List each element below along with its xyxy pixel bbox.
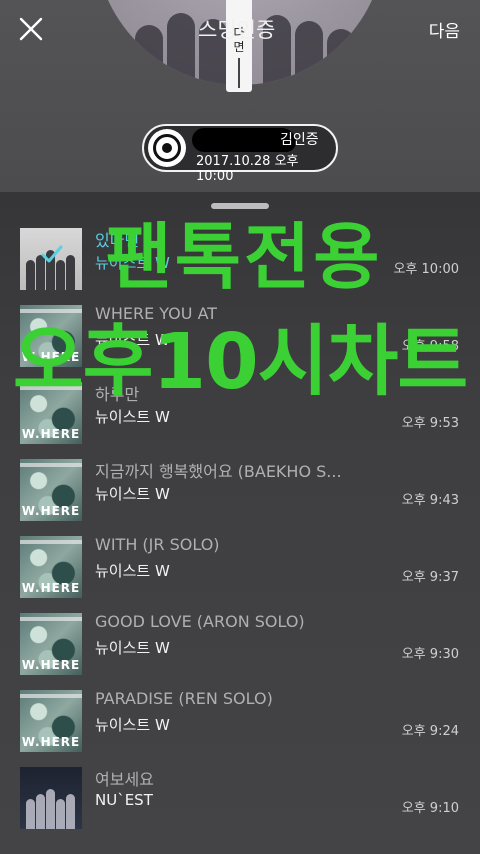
next-button[interactable]: 다음 xyxy=(429,17,460,42)
drag-handle[interactable] xyxy=(211,203,269,209)
track-time: 오후 9:43 xyxy=(401,493,459,508)
album-thumbnail: W.HERE xyxy=(20,382,82,444)
track-title: WHERE YOU AT xyxy=(95,304,218,323)
album-watermark: W.HERE xyxy=(21,427,81,441)
track-row[interactable]: W.HERE WHERE YOU AT 뉴이스트 W 오후 9:58 xyxy=(0,295,480,372)
album-thumbnail xyxy=(20,767,82,829)
track-title: PARADISE (REN SOLO) xyxy=(95,689,273,708)
track-row[interactable]: 여보세요 NU`EST 오후 9:10 xyxy=(0,757,480,834)
close-button[interactable] xyxy=(16,14,46,44)
track-title: 하루만 xyxy=(95,385,140,404)
track-title: 여보세요 xyxy=(95,770,154,789)
track-artist: 뉴이스트 W xyxy=(95,485,170,503)
track-title: 지금까지 행복했어요 (BAEKHO S... xyxy=(95,462,342,481)
track-title: WITH (JR SOLO) xyxy=(95,535,220,554)
check-icon xyxy=(41,245,63,263)
track-row[interactable]: W.HERE 하루만뉴이스트 W 오후 9:53 xyxy=(0,372,480,449)
track-time: 오후 9:10 xyxy=(401,801,459,816)
header-area: 다 면 스밍인증 다음 김인증 2017.10.28 오후 10:00 xyxy=(0,0,480,192)
album-watermark: W.HERE xyxy=(21,581,81,595)
album-thumbnail: W.HERE xyxy=(20,613,82,675)
track-artist: 뉴이스트 W xyxy=(95,254,170,272)
track-artist: 뉴이스트 W xyxy=(95,408,170,426)
track-row[interactable]: W.HERE WITH (JR SOLO) 뉴이스트 W 오후 9:37 xyxy=(0,526,480,603)
track-row[interactable]: W.HERE PARADISE (REN SOLO) 뉴이스트 W 오후 9:24 xyxy=(0,680,480,757)
track-artist: NU`EST xyxy=(95,791,153,809)
track-artist: 뉴이스트 W xyxy=(95,716,170,734)
auth-name: 김인증 xyxy=(280,132,319,148)
album-watermark: W.HERE xyxy=(21,504,81,518)
album-thumbnail: W.HERE xyxy=(20,536,82,598)
track-title: GOOD LOVE (ARON SOLO) xyxy=(95,612,305,631)
disc-icon xyxy=(148,129,186,167)
album-watermark: W.HERE xyxy=(21,350,81,364)
track-row[interactable]: W.HERE GOOD LOVE (ARON SOLO) 뉴이스트 W 오후 9:30 xyxy=(0,603,480,680)
track-time: 오후 9:58 xyxy=(401,339,459,354)
track-list-panel[interactable]: 있다면뉴이스트 W 오후 10:00 W.HERE WHERE YOU AT 뉴이스트 … xyxy=(0,192,480,854)
auth-badge: 김인증 2017.10.28 오후 10:00 xyxy=(142,124,338,184)
track-row[interactable]: 있다면뉴이스트 W 오후 10:00 xyxy=(0,218,480,295)
track-time: 오후 9:37 xyxy=(401,570,459,585)
track-title: 있다면 xyxy=(95,231,140,250)
album-watermark: W.HERE xyxy=(21,735,81,749)
track-time: 오후 9:24 xyxy=(401,724,459,739)
track-artist: 뉴이스트 W xyxy=(95,331,170,349)
track-row[interactable]: W.HERE 지금까지 행복했어요 (BAEKHO S... 뉴이스트 W 오후 9:… xyxy=(0,449,480,526)
album-watermark: W.HERE xyxy=(21,658,81,672)
close-icon xyxy=(19,17,43,41)
album-thumbnail: W.HERE xyxy=(20,459,82,521)
track-time: 오후 10:00 xyxy=(393,262,459,277)
album-thumbnail: W.HERE xyxy=(20,690,82,752)
track-time: 오후 9:53 xyxy=(401,416,459,431)
album-thumbnail: W.HERE xyxy=(20,305,82,367)
track-time: 오후 9:30 xyxy=(401,647,459,662)
track-artist: 뉴이스트 W xyxy=(95,639,170,657)
page-title: 스밍인증 xyxy=(198,18,276,42)
auth-datetime: 2017.10.28 오후 10:00 xyxy=(196,154,299,184)
track-artist: 뉴이스트 W xyxy=(95,562,170,580)
